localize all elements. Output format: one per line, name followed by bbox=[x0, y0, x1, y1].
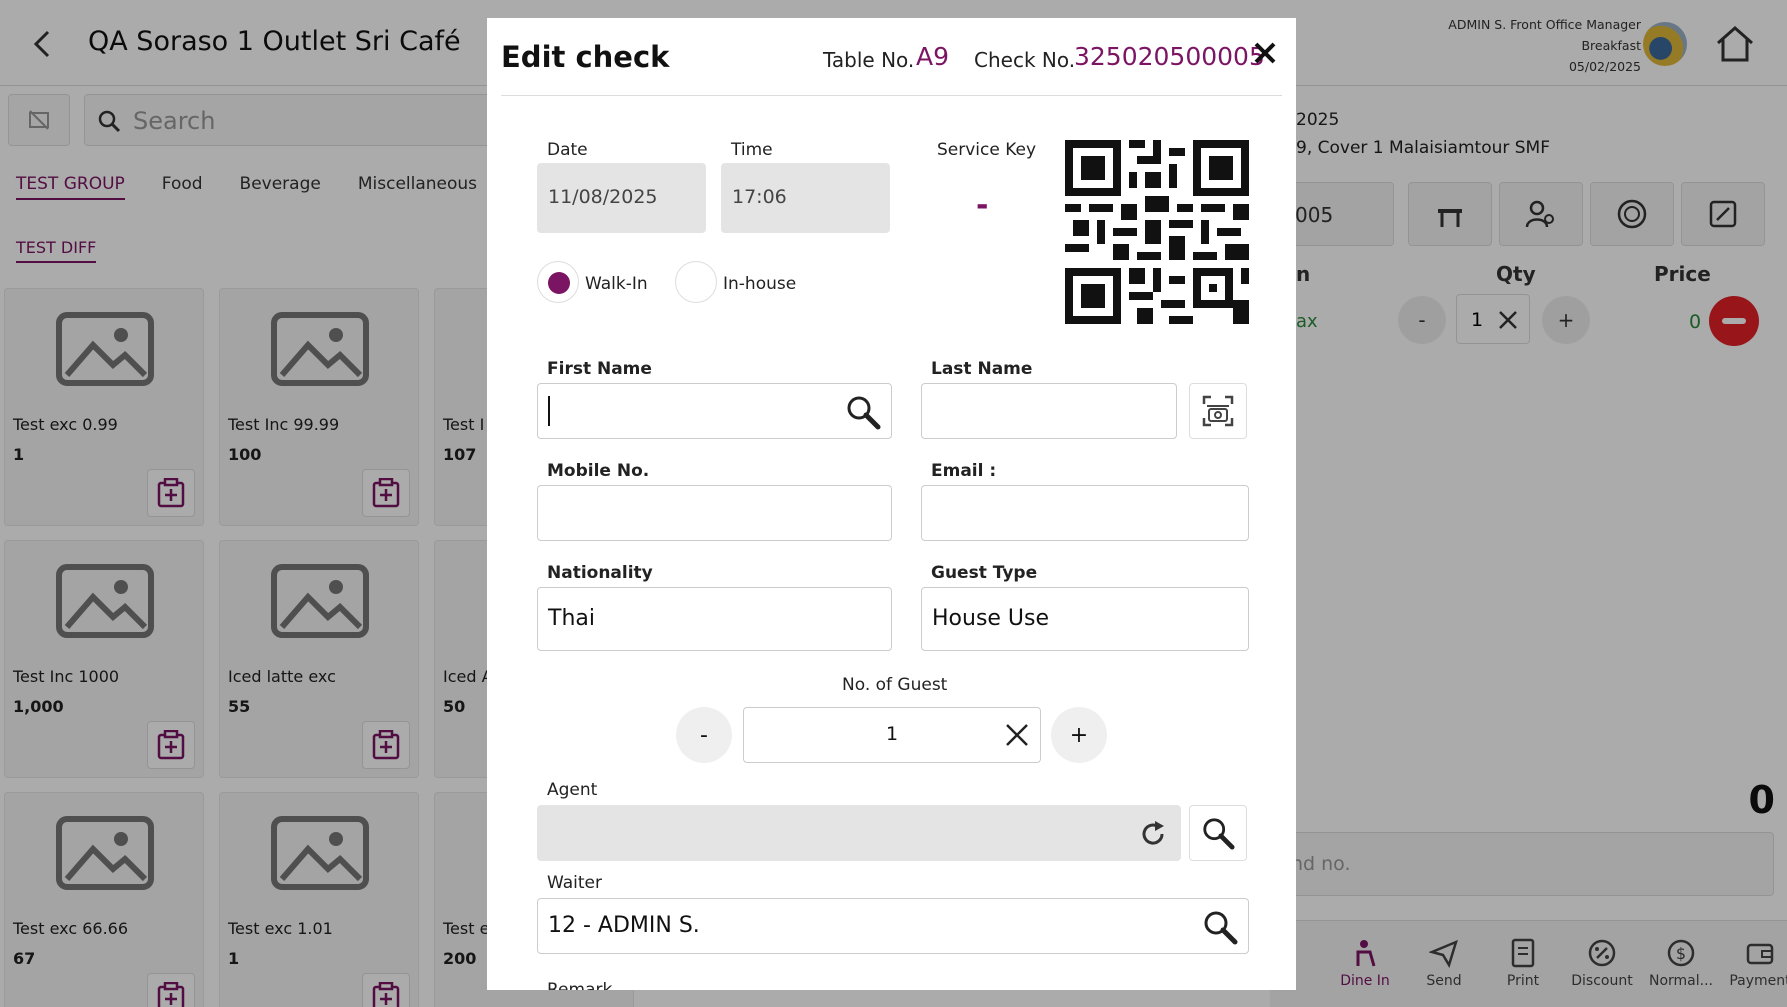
guest-count-value: 1 bbox=[886, 723, 899, 745]
guest-type-select[interactable]: House Use bbox=[921, 587, 1249, 651]
date-field: 11/08/2025 bbox=[537, 163, 706, 233]
clear-icon[interactable] bbox=[1004, 722, 1030, 748]
waiter-label: Waiter bbox=[547, 873, 602, 893]
check-no-label: Check No. bbox=[974, 48, 1076, 72]
waiter-value: 12 - ADMIN S. bbox=[548, 913, 700, 938]
dialog-header: Edit check Table No. A9 Check No. 325020… bbox=[501, 18, 1282, 96]
email-label: Email : bbox=[931, 461, 997, 481]
service-key-label: Service Key bbox=[937, 140, 1037, 160]
dialog-title: Edit check bbox=[501, 40, 670, 74]
first-name-field[interactable] bbox=[537, 383, 892, 439]
refresh-icon[interactable] bbox=[1138, 819, 1168, 849]
nationality-label: Nationality bbox=[547, 563, 653, 583]
table-no-label: Table No. bbox=[823, 48, 915, 72]
text-caret bbox=[548, 396, 550, 426]
mobile-label: Mobile No. bbox=[547, 461, 650, 481]
search-icon[interactable] bbox=[1202, 909, 1238, 945]
guest-increase-button[interactable]: + bbox=[1051, 707, 1107, 763]
waiter-field[interactable]: 12 - ADMIN S. bbox=[537, 898, 1249, 954]
agent-search-button[interactable] bbox=[1189, 805, 1247, 861]
in-house-label: In-house bbox=[723, 274, 797, 294]
guest-type-value: House Use bbox=[932, 606, 1050, 631]
date-value: 11/08/2025 bbox=[548, 186, 658, 208]
search-icon bbox=[1203, 818, 1235, 850]
guest-decrease-button[interactable]: - bbox=[676, 707, 732, 763]
walk-in-label: Walk-In bbox=[585, 274, 648, 294]
guest-type-label: Guest Type bbox=[931, 563, 1038, 583]
check-no-value: 325020500005 bbox=[1074, 42, 1265, 71]
time-label: Time bbox=[731, 140, 773, 160]
last-name-label: Last Name bbox=[931, 359, 1033, 379]
search-icon[interactable] bbox=[845, 394, 881, 430]
edit-check-dialog: Edit check Table No. A9 Check No. 325020… bbox=[487, 18, 1296, 990]
agent-label: Agent bbox=[547, 780, 598, 800]
guest-count-field[interactable]: 1 bbox=[743, 707, 1041, 763]
first-name-label: First Name bbox=[547, 359, 652, 379]
mobile-field[interactable] bbox=[537, 485, 892, 541]
walk-in-radio[interactable] bbox=[537, 261, 579, 303]
email-field[interactable] bbox=[921, 485, 1249, 541]
agent-field bbox=[537, 805, 1181, 861]
nationality-select[interactable]: Thai bbox=[537, 587, 892, 651]
close-icon[interactable] bbox=[1248, 36, 1282, 70]
nationality-value: Thai bbox=[548, 606, 595, 631]
camera-scan-icon bbox=[1202, 395, 1234, 427]
qr-code-icon bbox=[1065, 140, 1249, 324]
date-label: Date bbox=[547, 140, 588, 160]
no-of-guest-label: No. of Guest bbox=[842, 675, 948, 695]
time-field: 17:06 bbox=[721, 163, 890, 233]
time-value: 17:06 bbox=[732, 186, 787, 208]
table-no-value: A9 bbox=[916, 42, 950, 71]
in-house-radio[interactable] bbox=[675, 261, 717, 303]
scan-id-button[interactable] bbox=[1189, 383, 1247, 439]
last-name-field[interactable] bbox=[921, 383, 1177, 439]
service-key-value: - bbox=[976, 188, 989, 223]
remark-label: Remark bbox=[547, 980, 613, 990]
